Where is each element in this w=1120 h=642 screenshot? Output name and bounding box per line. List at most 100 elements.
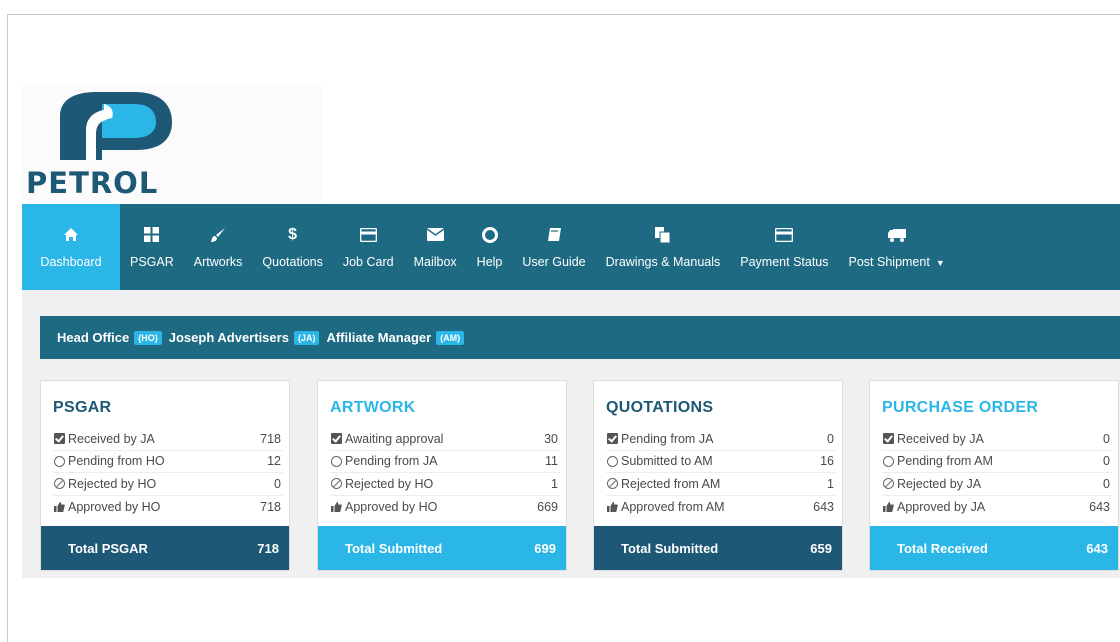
role-tag: (JA) [293, 330, 320, 345]
check-icon [882, 433, 894, 445]
card-icon [359, 226, 377, 244]
ban-icon [606, 478, 618, 490]
stat-label: Rejected from AM [621, 476, 721, 491]
nav-label: PSGAR [130, 254, 174, 269]
total-label: Total PSGAR [68, 540, 148, 556]
stat-label-group: Submitted to AM [606, 454, 713, 468]
role-tag: (HO) [134, 330, 162, 345]
role-name: Affiliate Manager [326, 330, 432, 345]
stat-value: 669 [537, 499, 558, 514]
card-footer-total[interactable]: Total Received 643 [870, 526, 1118, 570]
stat-row[interactable]: Pending from JA 0 [606, 428, 836, 451]
stat-row[interactable]: Approved by JA 643 [882, 496, 1112, 519]
nav-label: Post Shipment [848, 254, 930, 269]
stat-label: Pending from JA [345, 454, 438, 469]
nav-label: User Guide [522, 254, 586, 269]
card-footer-total[interactable]: Total PSGAR 718 [41, 526, 289, 570]
nav-item-user-guide[interactable]: User Guide [512, 204, 595, 290]
stat-label: Rejected by JA [897, 476, 982, 491]
card-stats: Received by JA 718 Pending from HO 12 Reject… [53, 428, 283, 518]
nav-item-job-card[interactable]: Job Card [333, 204, 404, 290]
stat-label-group: Pending from HO [53, 454, 165, 468]
stat-label: Approved from AM [621, 499, 725, 514]
stat-label: Approved by HO [345, 499, 438, 514]
stat-label-group: Approved from AM [606, 500, 725, 514]
logo[interactable]: PETROL [22, 84, 322, 202]
stat-row[interactable]: Rejected from AM 1 [606, 473, 836, 496]
summary-card: PSGAR Received by JA 718 Pending from HO 12 R… [40, 380, 290, 571]
stat-value: 30 [544, 431, 558, 446]
stat-row[interactable]: Pending from AM 0 [882, 451, 1112, 473]
card-footer-total[interactable]: Total Submitted 659 [594, 526, 842, 570]
stat-label-group: Awaiting approval [330, 432, 443, 446]
card-title[interactable]: QUOTATIONS [606, 399, 713, 417]
stat-value: 0 [1103, 454, 1110, 469]
stat-row[interactable]: Pending from HO 12 [53, 451, 283, 473]
nav-item-psgar[interactable]: PSGAR [120, 204, 184, 290]
nav-item-payment-status[interactable]: Payment Status [730, 204, 838, 290]
stat-row[interactable]: Pending from JA 11 [330, 451, 560, 473]
stat-row[interactable]: Received by JA 718 [53, 428, 283, 451]
summary-card: ARTWORK Awaiting approval 30 Pending from J… [317, 380, 567, 571]
stat-row[interactable]: Approved by HO 718 [53, 496, 283, 519]
truck-icon [887, 226, 906, 244]
total-value: 659 [810, 540, 832, 556]
card-title[interactable]: PSGAR [53, 399, 111, 417]
nav-item-quotations[interactable]: $ Quotations [252, 204, 332, 290]
nav-item-drawings-manuals[interactable]: Drawings & Manuals [596, 204, 731, 290]
card-title[interactable]: ARTWORK [330, 399, 416, 417]
stat-row[interactable]: Rejected by JA 0 [882, 473, 1112, 496]
nav-label: Payment Status [740, 254, 829, 269]
stat-label: Submitted to AM [621, 454, 713, 469]
total-label: Total Submitted [621, 540, 719, 556]
caret-down-icon: ▼ [935, 257, 945, 268]
credit-card-icon [775, 226, 794, 244]
card-footer-total[interactable]: Total Submitted 699 [318, 526, 566, 570]
stat-row[interactable]: Submitted to AM 16 [606, 451, 836, 473]
nav-item-dashboard[interactable]: Dashboard [22, 204, 120, 290]
home-icon [62, 226, 80, 244]
lifebuoy-icon [481, 226, 499, 244]
stat-value: 1 [827, 476, 834, 491]
stat-label-group: Received by JA [53, 432, 155, 446]
circle-icon [606, 455, 618, 467]
role-name: Head Office [57, 330, 130, 345]
nav-item-artworks[interactable]: Artworks [184, 204, 253, 290]
stat-row[interactable]: Approved by HO 669 [330, 496, 560, 519]
stat-row[interactable]: Approved from AM 643 [606, 496, 836, 519]
nav-item-help[interactable]: Help [467, 204, 513, 290]
stat-row[interactable]: Awaiting approval 30 [330, 428, 560, 451]
stat-label: Received by JA [897, 431, 984, 446]
thumbs-up-icon [606, 501, 618, 513]
stat-value: 0 [827, 431, 834, 446]
stat-value: 11 [545, 454, 558, 469]
nav-item-post-shipment[interactable]: Post Shipment ▼ [839, 204, 955, 290]
total-value: 699 [534, 540, 556, 556]
stat-label-group: Approved by HO [53, 500, 160, 514]
summary-card: PURCHASE ORDER Received by JA 0 Pending fro… [869, 380, 1119, 571]
stat-label: Awaiting approval [345, 431, 444, 446]
card-stats: Received by JA 0 Pending from AM 0 Rejected … [882, 428, 1112, 518]
card-stats: Pending from JA 0 Submitted to AM 16 Rejecte… [606, 428, 836, 518]
stat-label-group: Rejected from AM [606, 477, 720, 491]
stat-value: 16 [820, 454, 834, 469]
logo-text: PETROL [26, 166, 159, 200]
envelope-icon [426, 226, 444, 244]
total-label: Total Submitted [345, 540, 443, 556]
stat-label-group: Rejected by HO [330, 477, 433, 491]
stat-value: 0 [274, 476, 281, 491]
stat-label-group: Rejected by JA [882, 477, 981, 491]
petrol-logo-icon [60, 92, 172, 160]
stat-row[interactable]: Rejected by HO 1 [330, 473, 560, 496]
stat-label: Pending from AM [897, 454, 993, 469]
role-tag: (AM) [436, 330, 465, 345]
nav-label: Drawings & Manuals [605, 254, 721, 269]
stat-row[interactable]: Received by JA 0 [882, 428, 1112, 451]
card-title[interactable]: PURCHASE ORDER [882, 399, 1038, 417]
stat-value: 718 [260, 499, 281, 514]
check-icon [606, 433, 618, 445]
stat-label: Approved by JA [897, 499, 986, 514]
nav-item-mailbox[interactable]: Mailbox [404, 204, 467, 290]
thumbs-up-icon [330, 501, 342, 513]
stat-row[interactable]: Rejected by HO 0 [53, 473, 283, 496]
